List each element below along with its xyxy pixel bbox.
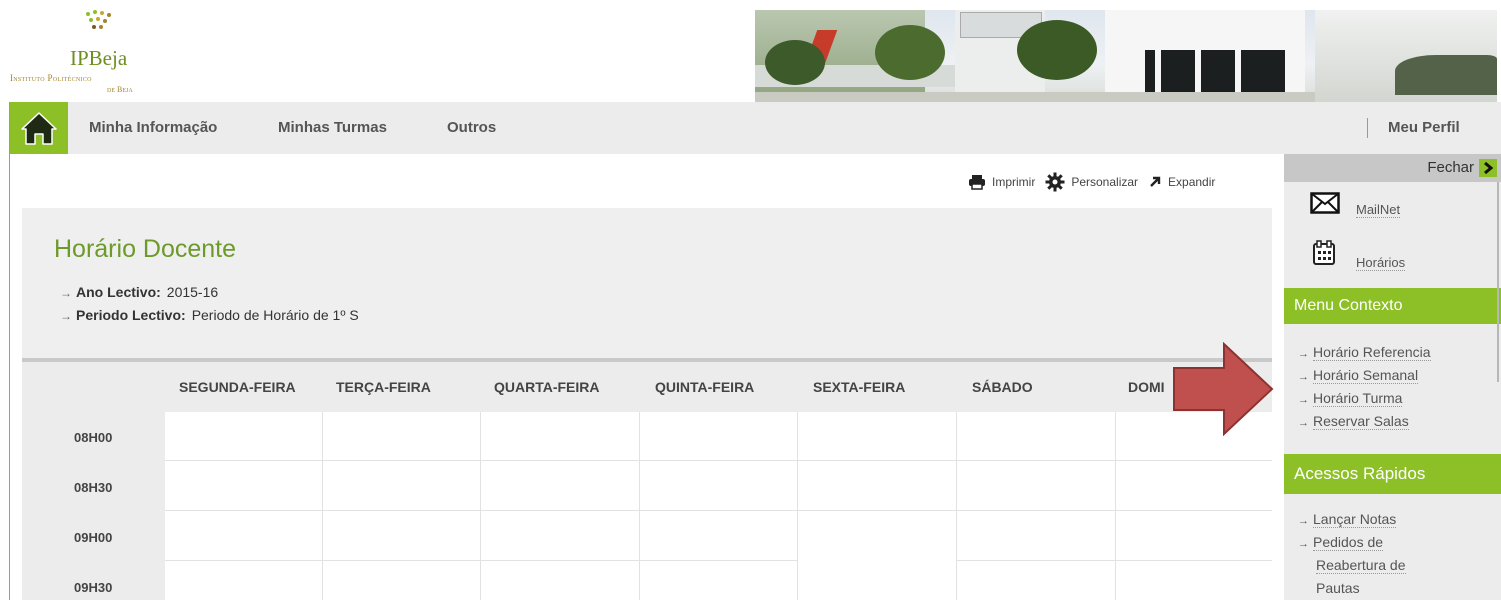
quick-item-continuation[interactable]: Reabertura de: [1316, 557, 1406, 574]
expand-arrow-icon: [1150, 176, 1161, 187]
bullet-arrow-icon: →: [1298, 371, 1309, 383]
day-header: SEGUNDA-FEIRA: [179, 379, 296, 395]
quick-item-lancar-notas[interactable]: → Lançar Notas: [1298, 511, 1397, 528]
logo-dots-icon: [86, 10, 116, 34]
close-label[interactable]: Fechar: [1427, 159, 1474, 176]
time-label: 09H00: [74, 530, 113, 545]
quick-item-label: Lançar Notas: [1313, 511, 1397, 528]
logo-subtitle-2: de Beja: [107, 85, 133, 94]
gear-icon: [1045, 172, 1065, 192]
bullet-arrow-icon: →: [1298, 417, 1309, 429]
day-header: SÁBADO: [972, 379, 1033, 395]
context-item-horario-turma[interactable]: → Horário Turma: [1298, 390, 1403, 407]
main-navbar: Minha Informação Minhas Turmas Outros Me…: [10, 102, 1501, 154]
context-item-label: Horário Turma: [1313, 390, 1403, 407]
acessos-rapidos-header: Acessos Rápidos: [1284, 454, 1501, 494]
logo-name: IPBeja: [70, 46, 128, 70]
periodo-lectivo-label: Periodo Lectivo:: [76, 307, 186, 323]
day-header: TERÇA-FEIRA: [336, 379, 431, 395]
nav-minhas-turmas[interactable]: Minhas Turmas: [278, 119, 387, 136]
right-sidebar: Fechar MailNet Horários Menu Contexto → H…: [1284, 154, 1501, 600]
grid-line: [639, 412, 640, 600]
time-label: 09H30: [74, 580, 113, 595]
grid-line: [322, 412, 323, 600]
close-sidebar-button[interactable]: [1479, 159, 1497, 177]
mailnet-link[interactable]: MailNet: [1356, 202, 1401, 218]
day-header: QUARTA-FEIRA: [494, 379, 600, 395]
weekly-schedule-grid: SEGUNDA-FEIRA TERÇA-FEIRA QUARTA-FEIRA Q…: [22, 362, 1272, 600]
time-column: 08H00 08H30 09H00 09H30: [22, 412, 165, 600]
nav-minha-informacao[interactable]: Minha Informação: [89, 119, 217, 136]
grid-line: [956, 560, 1272, 561]
time-label: 08H30: [74, 480, 113, 495]
calendar-schedule-icon: [1313, 240, 1335, 265]
ano-lectivo-label: Ano Lectivo:: [76, 284, 161, 300]
ipbeja-logo[interactable]: IPBeja Instituto Politécnico de Beja: [10, 8, 170, 94]
bullet-arrow-icon: →: [1298, 394, 1309, 406]
periodo-lectivo-value: Periodo de Horário de 1º S: [191, 307, 359, 323]
grid-line: [165, 510, 1272, 511]
page-title: Horário Docente: [54, 235, 237, 263]
mail-icon: [1310, 192, 1340, 214]
grid-line: [480, 412, 481, 600]
page-toolbar: Imprimir Personalizar Expandir: [968, 172, 1225, 192]
bullet-arrow-icon: →: [60, 286, 72, 300]
grid-line: [165, 460, 1272, 461]
quick-item-continuation[interactable]: Pautas: [1316, 580, 1360, 596]
print-label: Imprimir: [992, 175, 1036, 189]
time-label: 08H00: [74, 430, 113, 445]
menu-contexto-header: Menu Contexto: [1284, 288, 1501, 324]
context-item-label: Horário Referencia: [1313, 344, 1431, 361]
ano-lectivo-row: → Ano Lectivo: 2015-16: [60, 284, 218, 300]
day-header: QUINTA-FEIRA: [655, 379, 755, 395]
scrollbar[interactable]: [1497, 182, 1499, 382]
bullet-arrow-icon: →: [1298, 538, 1309, 550]
chevron-right-icon: [1484, 162, 1493, 174]
grid-line: [797, 412, 798, 600]
campus-banner-image: [755, 10, 1497, 102]
quick-item-label: Pedidos de: [1313, 534, 1384, 551]
bullet-arrow-icon: →: [1298, 348, 1309, 360]
day-header: DOMI: [1128, 379, 1165, 395]
periodo-lectivo-row: → Periodo Lectivo: Periodo de Horário de 1…: [60, 307, 359, 323]
print-button[interactable]: Imprimir: [968, 174, 1035, 190]
logo-subtitle: Instituto Politécnico: [10, 73, 92, 83]
expand-label: Expandir: [1168, 175, 1216, 189]
bullet-arrow-icon: →: [1298, 515, 1309, 527]
context-item-label: Reservar Salas: [1313, 413, 1409, 430]
printer-icon: [969, 175, 985, 190]
sidebar-close-bar: Fechar: [1284, 154, 1501, 182]
grid-line: [1115, 412, 1116, 600]
grid-line: [165, 560, 797, 561]
home-icon: [21, 112, 57, 145]
nav-meu-perfil[interactable]: Meu Perfil: [1388, 119, 1460, 136]
context-item-horario-referencia[interactable]: → Horário Referencia: [1298, 344, 1431, 361]
expand-button[interactable]: Expandir: [1148, 175, 1215, 189]
context-item-label: Horário Semanal: [1313, 367, 1419, 384]
day-header: SEXTA-FEIRA: [813, 379, 906, 395]
customize-button[interactable]: Personalizar: [1045, 172, 1138, 192]
header: IPBeja Instituto Politécnico de Beja: [0, 0, 1501, 102]
grid-line: [956, 412, 957, 600]
nav-separator: [1367, 118, 1368, 138]
red-arrow-annotation: [1173, 342, 1274, 436]
schedule-info-panel: Horário Docente → Ano Lectivo: 2015-16 → Pe…: [22, 208, 1272, 358]
bullet-arrow-icon: →: [60, 309, 72, 323]
horarios-link[interactable]: Horários: [1356, 255, 1406, 271]
context-item-reservar-salas[interactable]: → Reservar Salas: [1298, 413, 1409, 430]
quick-item-pedidos-reabertura[interactable]: → Pedidos de: [1298, 534, 1384, 551]
ano-lectivo-value: 2015-16: [166, 284, 219, 300]
home-button[interactable]: [10, 102, 68, 154]
context-item-horario-semanal[interactable]: → Horário Semanal: [1298, 367, 1419, 384]
customize-label: Personalizar: [1071, 175, 1139, 189]
nav-outros[interactable]: Outros: [447, 119, 496, 136]
schedule-header-row: SEGUNDA-FEIRA TERÇA-FEIRA QUARTA-FEIRA Q…: [22, 362, 1272, 412]
